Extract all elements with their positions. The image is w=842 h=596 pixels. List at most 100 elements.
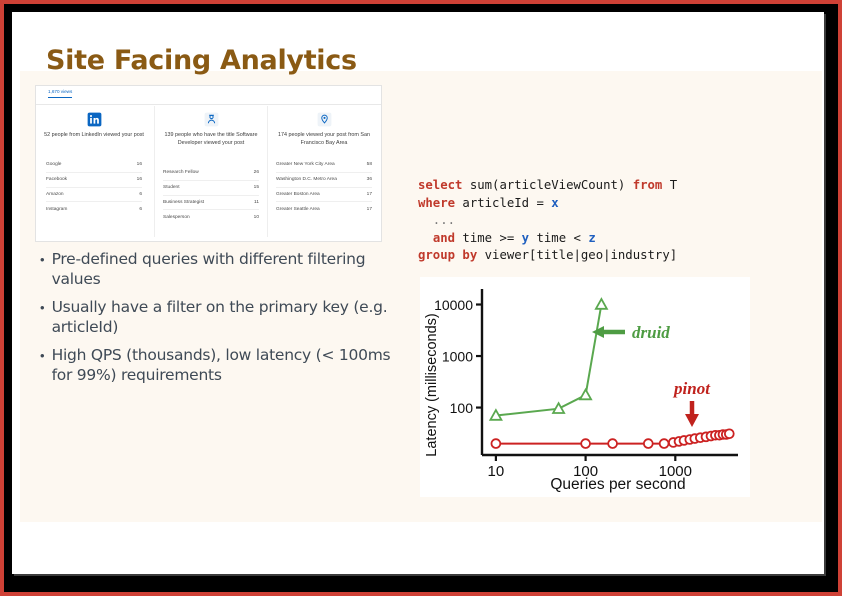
column-rows: Research Fellow 26 Student 15 Business Str… <box>163 166 259 224</box>
sql-line: select sum(articleViewCount) from T <box>418 177 758 195</box>
row-label: Facebook <box>46 177 68 183</box>
row-label: Greater Boston Area <box>276 191 320 197</box>
list-item: Greater Seattle Area 17 <box>276 202 372 216</box>
list-item: Amazon 6 <box>46 188 142 203</box>
row-label: Greater New York City Area <box>276 162 335 168</box>
sql-line: ... <box>418 212 758 230</box>
bullet-text: High QPS (thousands), low latency (< 100… <box>51 346 391 384</box>
list-item: Greater New York City Area 58 <box>276 158 372 173</box>
list-item: Facebook 16 <box>46 173 142 188</box>
sql-token: x <box>551 195 559 210</box>
views-tab[interactable]: 1,670 views <box>48 89 73 98</box>
sql-token: T <box>662 178 678 192</box>
analytics-column-source: 52 people from LinkedIn viewed your post… <box>38 106 150 237</box>
list-item: • Usually have a filter on the primary k… <box>40 298 400 337</box>
list-item: • Pre-defined queries with different fil… <box>40 250 400 289</box>
bullet-dot-icon: • <box>40 348 45 363</box>
marker-circle <box>642 438 654 449</box>
sql-token: time >= <box>455 230 522 245</box>
marker-triangle <box>578 387 593 401</box>
linkedin-card-tabbar: 1,670 views <box>36 86 381 105</box>
row-label: Student <box>163 185 180 191</box>
sql-token: z <box>588 230 596 245</box>
linkedin-icon <box>86 111 102 127</box>
row-label: Research Fellow <box>163 170 199 176</box>
sql-token: articleId = <box>455 195 552 210</box>
sql-token: sum(articleViewCount) <box>462 178 633 192</box>
row-value: 16 <box>136 177 142 183</box>
down-arrow-head-icon <box>685 414 699 427</box>
latency-vs-qps-chart: 100 1000 10000 10 100 1000 druid pinot Queries… <box>420 277 750 497</box>
analytics-column-location: 174 people viewed your post from San Fra… <box>268 106 380 237</box>
marker-circle <box>607 438 618 449</box>
chart-x-axis-label: Queries per second <box>550 476 685 493</box>
row-label: Amazon <box>46 191 64 197</box>
location-pin-icon <box>316 111 332 127</box>
sql-token: time < <box>529 230 589 245</box>
marker-triangle <box>551 401 566 414</box>
y-tick-label: 1000 <box>442 349 473 365</box>
bullet-text: Pre-defined queries with different filte… <box>51 250 366 288</box>
row-label: Salesperson <box>163 214 190 220</box>
marker-triangle <box>594 297 609 310</box>
column-heading: 139 people who have the title Software D… <box>164 132 258 146</box>
list-item: Instagram 6 <box>46 202 142 216</box>
pinot-label: pinot <box>672 379 711 398</box>
row-value: 36 <box>366 177 372 183</box>
sql-line: where articleId = x <box>418 195 758 213</box>
list-item: Salesperson 10 <box>163 210 259 224</box>
list-item: Washington D.C. Metro Area 36 <box>276 173 372 188</box>
column-heading: 52 people from LinkedIn viewed your post <box>44 132 144 138</box>
series-druid <box>488 297 609 421</box>
x-tick-label: 10 <box>488 463 505 480</box>
bullet-dot-icon: • <box>40 300 45 315</box>
druid-label: druid <box>632 323 670 342</box>
row-value: 6 <box>139 191 142 197</box>
sql-token: y <box>521 230 530 245</box>
annotation-pinot: pinot <box>672 379 711 427</box>
row-value: 11 <box>254 199 259 205</box>
bullet-dot-icon: • <box>40 252 45 267</box>
list-item: Google 16 <box>46 158 142 173</box>
chart-svg: 10010001000010 100 1000 druidpinot Queries… <box>424 289 738 493</box>
sql-token: viewer[title|geo|industry] <box>477 248 678 263</box>
row-value: 17 <box>366 191 372 197</box>
chart-series <box>488 297 735 449</box>
row-value: 26 <box>253 170 259 176</box>
sql-token: group by <box>418 248 478 263</box>
sql-token: from <box>632 178 663 192</box>
marker-circle <box>658 438 670 449</box>
page-title: Site Facing Analytics <box>46 45 357 76</box>
sql-code-block: select sum(articleViewCount) from Twhere… <box>418 177 758 265</box>
list-item: Student 15 <box>163 181 259 196</box>
row-label: Instagram <box>46 206 68 212</box>
column-rows: Greater New York City Area 58 Washington … <box>276 158 372 216</box>
y-tick-label: 100 <box>450 400 474 416</box>
row-value: 58 <box>366 162 372 168</box>
sql-line: group by viewer[title|geo|industry] <box>418 247 758 265</box>
row-value: 10 <box>253 214 259 220</box>
sql-token: ... <box>418 213 456 228</box>
bullet-text: Usually have a filter on the primary key… <box>51 298 388 336</box>
marker-circle <box>580 438 591 449</box>
row-value: 16 <box>136 162 142 168</box>
linkedin-analytics-card: 1,670 views 52 people from LinkedIn view… <box>35 85 382 242</box>
analytics-column-title: 139 people who have the title Software D… <box>154 106 268 237</box>
sql-token: select <box>418 178 463 192</box>
chart-annotations: druid pinot <box>592 323 711 427</box>
marker-circle <box>490 438 502 449</box>
list-item: Research Fellow 26 <box>163 166 259 181</box>
series-pinot <box>490 428 735 449</box>
column-rows: Google 16 Facebook 16 Amazon 6 Instagram 6 <box>46 158 142 216</box>
list-item: Business Strategist 11 <box>163 196 259 211</box>
sql-token: where <box>418 195 456 210</box>
y-tick-label: 10000 <box>434 297 473 313</box>
job-title-icon <box>203 111 219 127</box>
list-item: Greater Boston Area 17 <box>276 188 372 203</box>
row-label: Business Strategist <box>163 199 205 205</box>
row-value: 17 <box>366 206 372 212</box>
annotation-druid: druid <box>592 323 670 342</box>
row-label: Google <box>46 162 62 168</box>
row-label: Washington D.C. Metro Area <box>276 177 337 183</box>
